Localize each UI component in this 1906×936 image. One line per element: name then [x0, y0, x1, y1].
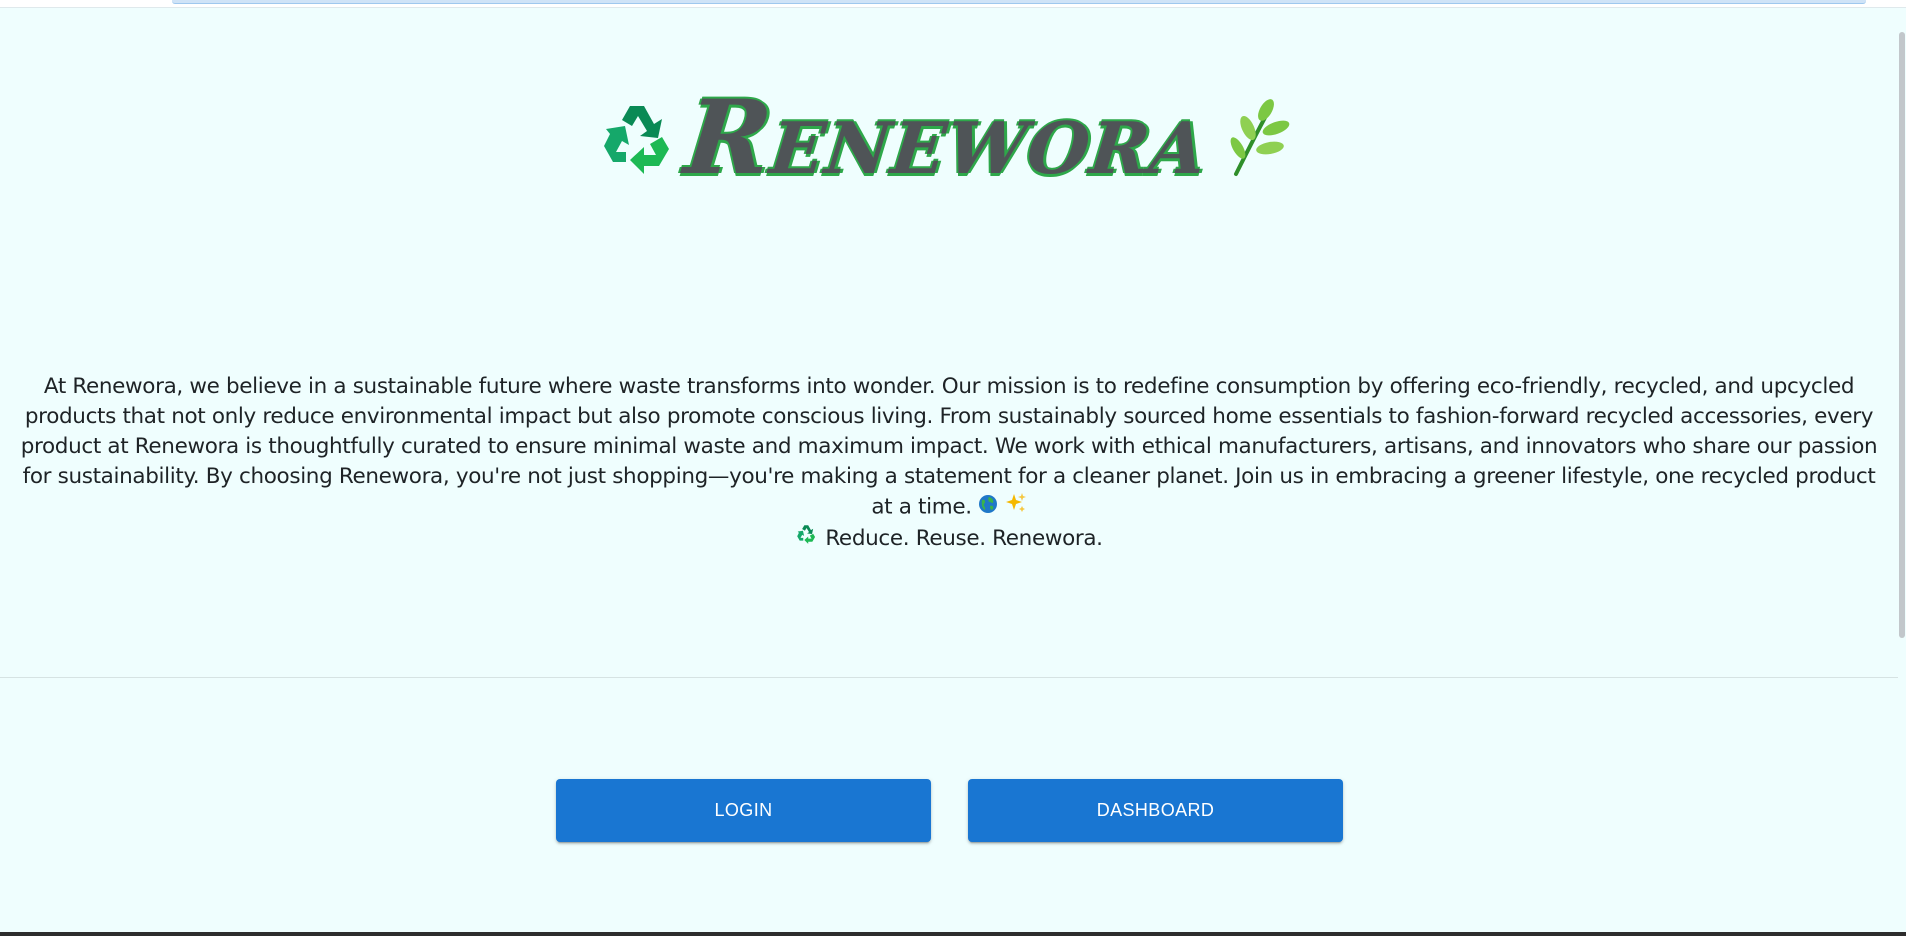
scrollbar[interactable]: [1898, 8, 1906, 928]
globe-icon: [978, 493, 998, 523]
about-paragraph: At Renewora, we believe in a sustainable…: [20, 372, 1878, 523]
brand-logo: Renewora: [0, 78, 1898, 198]
login-button[interactable]: LOGIN: [556, 779, 931, 842]
herb-icon: [1222, 98, 1302, 178]
recycle-icon: [596, 98, 676, 178]
bottom-edge: [0, 932, 1906, 936]
sparkles-icon: [1005, 492, 1027, 523]
address-bar-edge: [172, 0, 1866, 4]
tagline: Reduce. Reuse. Renewora.: [20, 523, 1878, 554]
about-section: At Renewora, we believe in a sustainable…: [20, 372, 1878, 554]
brand-name: Renewora: [679, 78, 1215, 198]
dashboard-button[interactable]: DASHBOARD: [968, 779, 1343, 842]
page: Renewora At Renewora, we believe in a su…: [0, 0, 1906, 936]
section-divider: [0, 677, 1898, 678]
scrollbar-thumb[interactable]: [1899, 32, 1905, 638]
tagline-text: Reduce. Reuse. Renewora.: [825, 525, 1103, 551]
recycle-icon: [795, 523, 817, 554]
about-text: At Renewora, we believe in a sustainable…: [20, 374, 1878, 520]
